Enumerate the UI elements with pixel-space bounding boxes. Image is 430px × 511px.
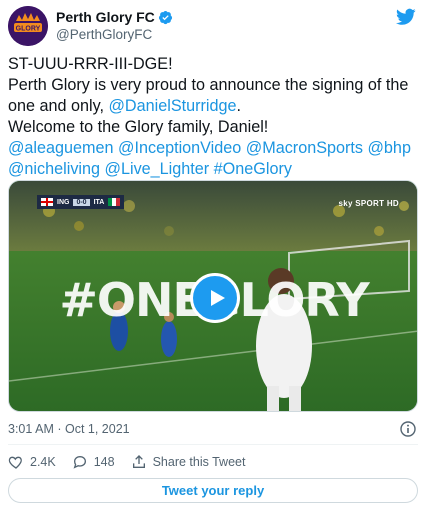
- tweet-mention-link[interactable]: @nicheliving: [8, 160, 100, 178]
- tweet-mention-link[interactable]: @InceptionVideo: [118, 139, 241, 157]
- scorebug-team-a: ING: [57, 198, 70, 206]
- tweet-line: one and only, @DanielSturridge.: [8, 96, 424, 117]
- reply-bubble-icon: [73, 455, 86, 469]
- scorebug-team-b: ITA: [93, 198, 105, 206]
- play-icon: [210, 290, 225, 306]
- tweet-body: ST-UUU-RRR-III-DGE! Perth Glory is very p…: [8, 54, 424, 180]
- avatar-text: GLORY: [16, 26, 41, 33]
- tweet-mention-link[interactable]: #OneGlory: [214, 160, 292, 178]
- tweet-your-reply-button[interactable]: Tweet your reply: [8, 478, 418, 503]
- share-label: Share this Tweet: [152, 455, 246, 469]
- tweet-mention-link[interactable]: @aleaguemen: [8, 139, 114, 157]
- play-button[interactable]: [190, 273, 240, 323]
- avatar[interactable]: GLORY: [8, 6, 48, 46]
- tweet-mention-link[interactable]: @Live_Lighter: [105, 160, 210, 178]
- italy-flag-icon: [108, 198, 121, 206]
- share-button[interactable]: Share this Tweet: [131, 454, 246, 470]
- scorebug: ING 0-0 ITA: [37, 195, 125, 209]
- heart-icon: [8, 456, 22, 469]
- tweet-text-segment: Welcome to the Glory family, Daniel!: [8, 118, 269, 136]
- tweet-mention-link[interactable]: @MacronSports: [246, 139, 363, 157]
- divider: [8, 444, 418, 445]
- tweet-actions: 2.4K 148 Share this Tweet: [8, 452, 261, 472]
- tweet-line: @nicheliving @Live_Lighter #OneGlory: [8, 159, 424, 180]
- tweet-text-segment: .: [236, 97, 242, 115]
- share-icon: [132, 455, 145, 468]
- verified-badge-icon: [158, 10, 173, 25]
- like-button[interactable]: 2.4K: [8, 454, 56, 470]
- tweet-header: GLORY Perth Glory FC @PerthGloryFC: [8, 6, 422, 46]
- tweet-line: Perth Glory is very proud to announce th…: [8, 75, 424, 96]
- tweet-meta: 3:01 AM · Oct 1, 2021: [8, 420, 418, 438]
- tweet-text-segment: one and only,: [8, 97, 109, 115]
- broadcaster-label: sky SPORT HD: [338, 199, 399, 208]
- like-count: 2.4K: [30, 455, 56, 469]
- tweet-line: Welcome to the Glory family, Daniel!: [8, 117, 424, 138]
- scorebug-score: 0-0: [73, 198, 90, 206]
- author-handle[interactable]: @PerthGloryFC: [56, 26, 173, 44]
- tweet-line: ST-UUU-RRR-III-DGE!: [8, 54, 424, 75]
- tweet-timestamp[interactable]: 3:01 AM · Oct 1, 2021: [8, 422, 130, 436]
- author-block: Perth Glory FC @PerthGloryFC: [56, 9, 173, 44]
- info-icon[interactable]: [400, 421, 416, 437]
- reply-count: 148: [93, 455, 115, 469]
- tweet-line: @aleaguemen @InceptionVideo @MacronSport…: [8, 138, 424, 159]
- england-flag-icon: [41, 198, 53, 206]
- tweet-mention-link[interactable]: @DanielSturridge: [109, 97, 237, 115]
- tweet-video[interactable]: ING 0-0 ITA sky SPORT HD #ONEGLORY: [8, 180, 418, 412]
- author-display-name[interactable]: Perth Glory FC: [56, 9, 155, 26]
- tweet-text-segment: ST-UUU-RRR-III-DGE!: [8, 55, 173, 73]
- twitter-bird-icon[interactable]: [396, 8, 416, 26]
- tweet-mention-link[interactable]: @bhp: [368, 139, 411, 157]
- reply-action-button[interactable]: 148: [72, 454, 115, 470]
- tweet-text-segment: Perth Glory is very proud to announce th…: [8, 76, 409, 94]
- glory-logo-icon: GLORY: [8, 6, 48, 46]
